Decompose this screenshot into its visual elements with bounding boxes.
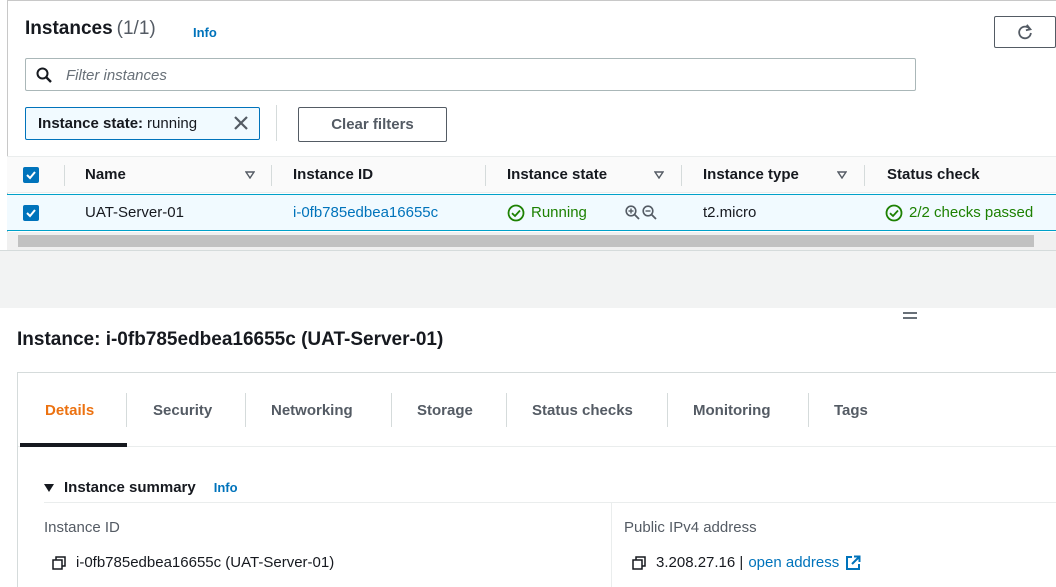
summary-divider bbox=[44, 502, 1056, 503]
instances-heading: Instances (1/1) bbox=[25, 18, 156, 40]
public-ipv4-label: Public IPv4 address bbox=[624, 519, 757, 536]
instance-summary-title: Instance summary bbox=[64, 479, 196, 496]
tab-tags[interactable]: Tags bbox=[834, 373, 868, 447]
tab-security[interactable]: Security bbox=[153, 373, 212, 447]
tab-divider bbox=[126, 393, 127, 427]
table-header: Name Instance ID Instance state Instance… bbox=[7, 156, 1056, 193]
caret-down-icon bbox=[44, 483, 54, 492]
sort-down-icon[interactable] bbox=[245, 171, 255, 179]
zoom-in-icon[interactable] bbox=[625, 205, 640, 220]
public-ip-text: 3.208.27.16 | bbox=[656, 554, 744, 571]
tab-divider bbox=[506, 393, 507, 427]
remove-filter-icon[interactable] bbox=[231, 113, 251, 133]
public-ipv4-value: 3.208.27.16 | open address bbox=[632, 554, 861, 571]
tab-divider bbox=[245, 393, 246, 427]
active-tab-indicator bbox=[20, 443, 127, 447]
instances-count: (1/1) bbox=[116, 18, 156, 39]
column-header-name[interactable]: Name bbox=[85, 157, 126, 192]
search-input[interactable] bbox=[66, 65, 886, 85]
split-panel-gap bbox=[0, 250, 1056, 308]
select-all-checkbox[interactable] bbox=[23, 157, 39, 192]
cell-status-check: 2/2 checks passed bbox=[885, 195, 1033, 230]
column-header-instance-type[interactable]: Instance type bbox=[703, 157, 799, 192]
horizontal-scrollbar-thumb[interactable] bbox=[18, 235, 1034, 247]
column-divider bbox=[864, 165, 865, 186]
column-header-instance-state[interactable]: Instance state bbox=[507, 157, 607, 192]
filter-token-key: Instance state: bbox=[38, 115, 144, 132]
status-check-label: 2/2 checks passed bbox=[909, 204, 1034, 221]
column-header-status-check[interactable]: Status check bbox=[887, 157, 980, 192]
column-header-instance-id[interactable]: Instance ID bbox=[293, 157, 373, 192]
tab-divider bbox=[391, 393, 392, 427]
column-divider bbox=[271, 165, 272, 186]
copy-icon[interactable] bbox=[52, 555, 66, 570]
search-icon bbox=[36, 67, 52, 83]
checkbox-checked-icon bbox=[23, 204, 39, 221]
sort-down-icon[interactable] bbox=[654, 171, 664, 179]
filter-token-instance-state: Instance state: running bbox=[25, 107, 260, 140]
tab-storage[interactable]: Storage bbox=[417, 373, 473, 447]
drag-handle-icon[interactable] bbox=[903, 312, 917, 320]
row-checkbox[interactable] bbox=[23, 195, 39, 230]
zoom-out-icon[interactable] bbox=[642, 205, 657, 220]
instance-id-value: i-0fb785edbea16655c (UAT-Server-01) bbox=[52, 554, 334, 571]
sort-down-icon[interactable] bbox=[837, 171, 847, 179]
cell-instance-type: t2.micro bbox=[703, 204, 757, 221]
clear-filters-button[interactable]: Clear filters bbox=[298, 107, 447, 142]
filter-token-value: running bbox=[147, 115, 198, 132]
refresh-icon bbox=[1018, 24, 1033, 40]
instance-id-link[interactable]: i-0fb785edbea16655c bbox=[293, 195, 438, 230]
instances-title: Instances bbox=[25, 18, 113, 39]
cell-instance-state: Running bbox=[507, 195, 587, 230]
checkbox-checked-icon bbox=[23, 166, 39, 183]
filter-divider bbox=[276, 105, 277, 141]
instance-id-text: i-0fb785edbea16655c (UAT-Server-01) bbox=[76, 554, 335, 571]
instances-info-link[interactable]: Info bbox=[193, 25, 217, 40]
state-label: Running bbox=[531, 204, 587, 221]
detail-tabs: Details Security Networking Storage Stat… bbox=[18, 373, 1056, 447]
tab-monitoring[interactable]: Monitoring bbox=[693, 373, 770, 447]
column-divider bbox=[485, 165, 486, 186]
instance-summary-header[interactable]: Instance summary Info bbox=[44, 479, 238, 496]
column-divider bbox=[611, 503, 612, 587]
instance-detail-panel: Details Security Networking Storage Stat… bbox=[17, 372, 1056, 587]
table-row[interactable]: UAT-Server-01 i-0fb785edbea16655c Runnin… bbox=[7, 194, 1056, 231]
tab-networking[interactable]: Networking bbox=[271, 373, 353, 447]
summary-info-link[interactable]: Info bbox=[214, 480, 238, 495]
tab-details[interactable]: Details bbox=[45, 373, 94, 447]
check-circle-icon bbox=[885, 204, 903, 221]
instance-detail-title: Instance: i-0fb785edbea16655c (UAT-Serve… bbox=[17, 329, 444, 350]
external-link-icon[interactable] bbox=[845, 555, 861, 571]
cell-name: UAT-Server-01 bbox=[85, 204, 184, 221]
filter-instances-search[interactable] bbox=[25, 58, 916, 91]
copy-icon[interactable] bbox=[632, 555, 646, 570]
column-divider bbox=[681, 165, 682, 186]
check-circle-icon bbox=[507, 204, 525, 221]
tab-divider bbox=[667, 393, 668, 427]
tab-status-checks[interactable]: Status checks bbox=[532, 373, 633, 447]
column-divider bbox=[64, 165, 65, 186]
open-address-link[interactable]: open address bbox=[748, 554, 839, 571]
zoom-controls bbox=[625, 195, 657, 230]
instance-id-label: Instance ID bbox=[44, 519, 120, 536]
refresh-button[interactable] bbox=[994, 16, 1056, 48]
tab-divider bbox=[808, 393, 809, 427]
